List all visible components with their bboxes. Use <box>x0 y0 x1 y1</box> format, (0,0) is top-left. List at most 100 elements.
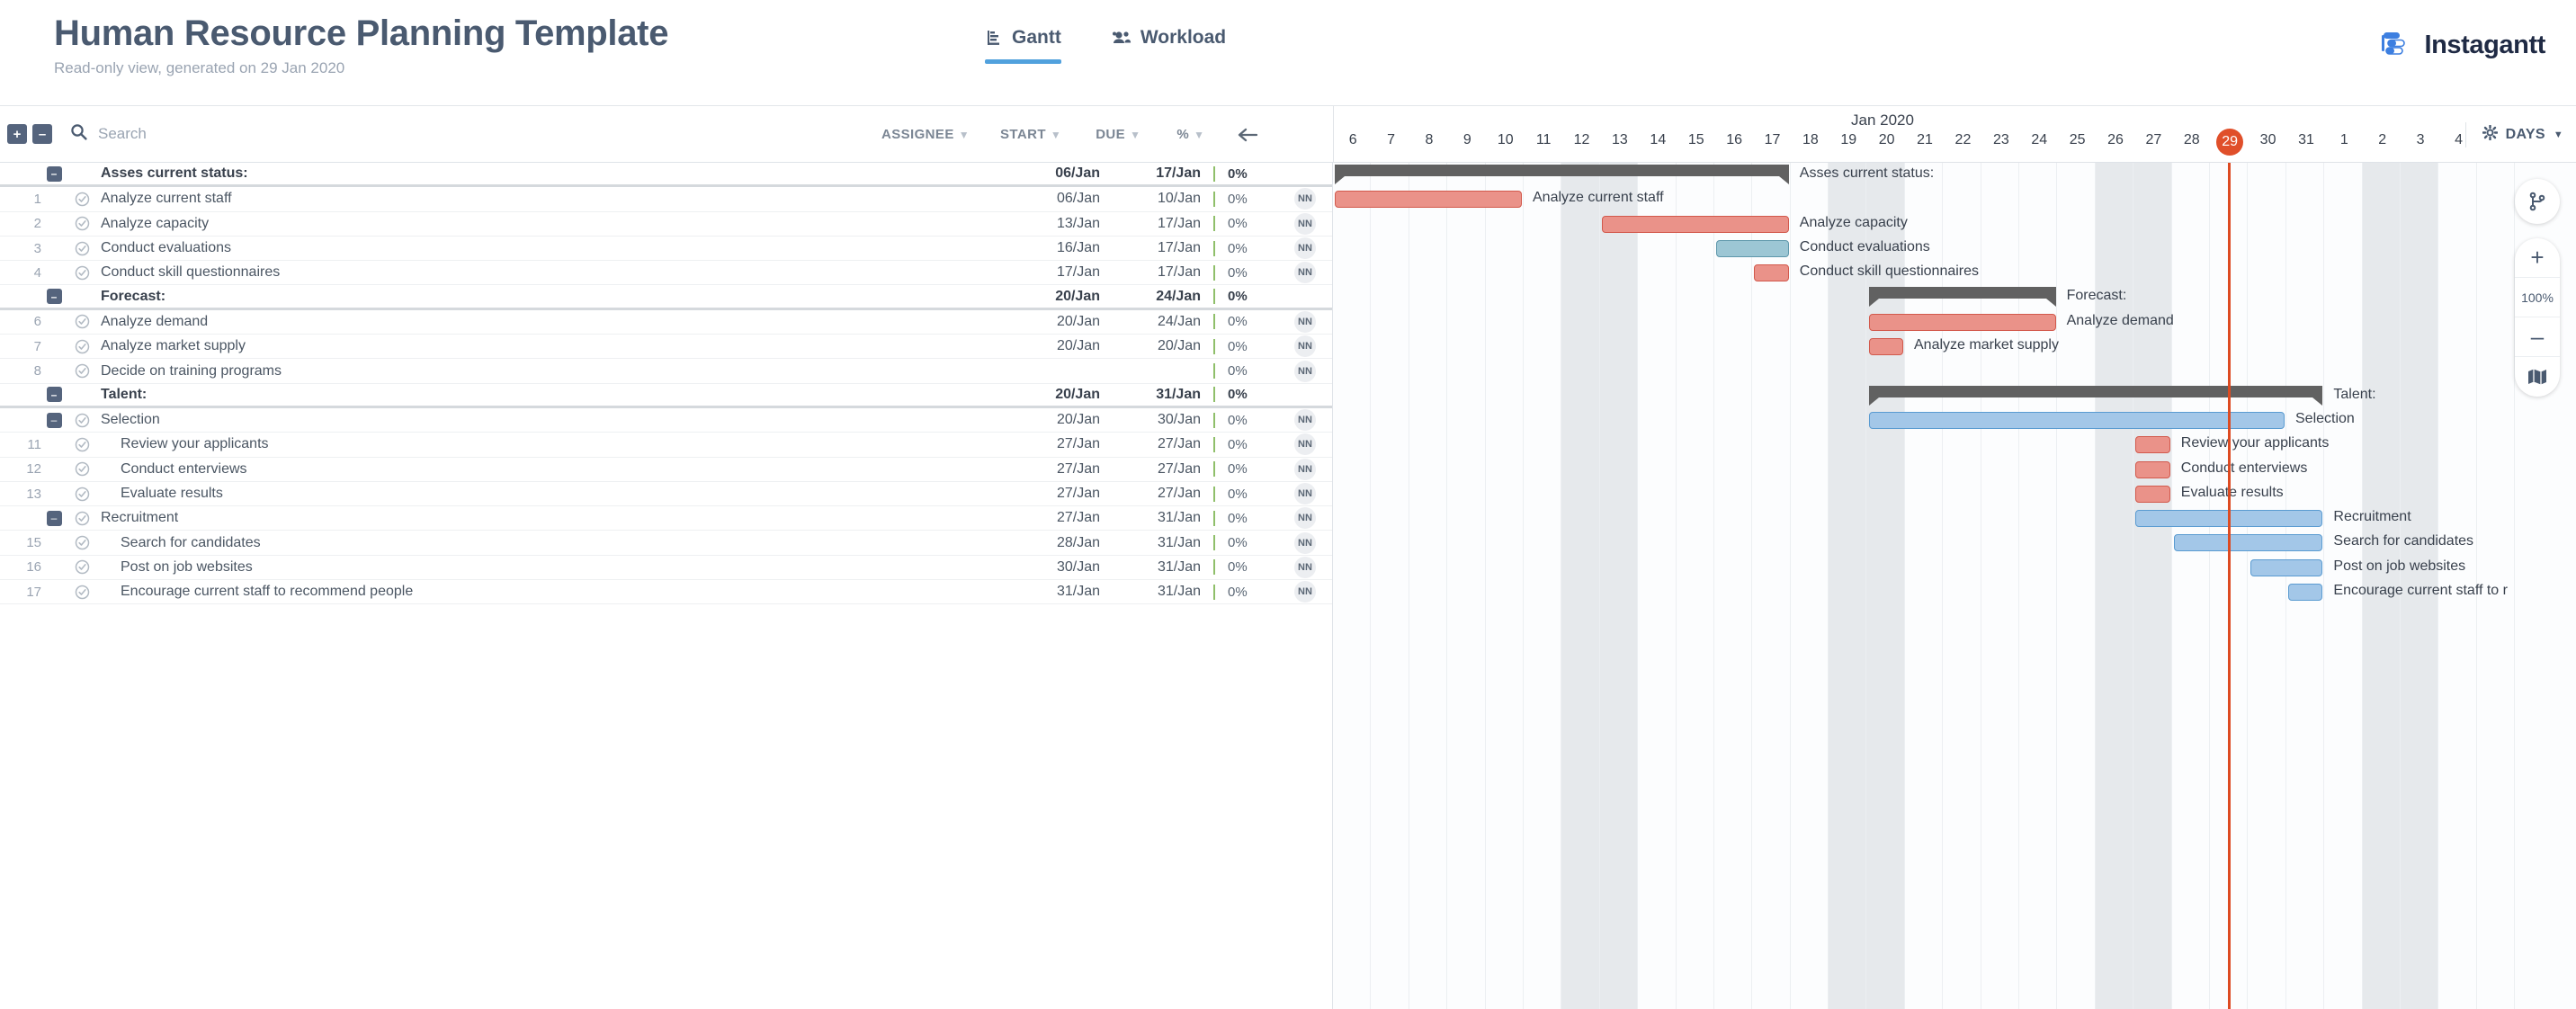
gantt-bar[interactable] <box>1716 239 1789 257</box>
table-row[interactable]: 13 Evaluate results 27/Jan 27/Jan 0% NN <box>0 482 1332 507</box>
gantt-bar[interactable] <box>1868 411 2285 429</box>
due-date[interactable]: 17/Jan <box>1113 216 1213 232</box>
progress-percent[interactable]: 0% <box>1213 314 1278 330</box>
progress-percent[interactable]: 0% <box>1213 338 1278 354</box>
task-name[interactable]: Forecast: <box>97 289 1012 305</box>
due-date[interactable]: 17/Jan <box>1113 165 1213 182</box>
start-date[interactable]: 06/Jan <box>1012 191 1113 207</box>
table-row[interactable]: 16 Post on job websites 30/Jan 31/Jan 0% NN <box>0 556 1332 581</box>
start-date[interactable]: 31/Jan <box>1012 584 1113 600</box>
table-row[interactable]: 1 Analyze current staff 06/Jan 10/Jan 0% NN <box>0 187 1332 212</box>
check-circle-icon[interactable] <box>75 192 90 207</box>
due-date[interactable]: 24/Jan <box>1113 289 1213 305</box>
collapse-all-button[interactable]: – <box>32 124 52 144</box>
assignee-cell[interactable]: NN <box>1278 310 1332 333</box>
avatar[interactable]: NN <box>1294 556 1316 578</box>
progress-percent[interactable]: 0% <box>1213 461 1278 478</box>
task-name[interactable]: Post on job websites <box>97 559 1012 576</box>
filter-icon[interactable]: ▼ <box>959 129 970 141</box>
assignee-cell[interactable]: NN <box>1278 433 1332 456</box>
gantt-bar[interactable] <box>2173 534 2323 552</box>
progress-percent[interactable]: 0% <box>1213 191 1278 207</box>
assignee-cell[interactable]: NN <box>1278 531 1332 554</box>
start-date[interactable]: 20/Jan <box>1012 289 1113 305</box>
group-row[interactable]: – Talent: 20/Jan 31/Jan 0% <box>0 384 1332 408</box>
due-date[interactable]: 30/Jan <box>1113 412 1213 428</box>
tab-workload[interactable]: Workload <box>1112 27 1226 64</box>
table-row[interactable]: 7 Analyze market supply 20/Jan 20/Jan 0% NN <box>0 335 1332 360</box>
assignee-cell[interactable]: NN <box>1278 335 1332 358</box>
start-date[interactable]: 20/Jan <box>1012 338 1113 354</box>
gantt-bar[interactable] <box>1868 313 2056 331</box>
start-date[interactable]: 06/Jan <box>1012 165 1113 182</box>
check-circle-icon[interactable] <box>75 265 90 281</box>
gantt-summary-bar[interactable] <box>1868 385 2323 406</box>
task-name[interactable]: Selection <box>97 412 1012 428</box>
back-arrow-icon[interactable] <box>1237 127 1258 143</box>
task-name[interactable]: Analyze demand <box>97 314 1012 330</box>
column-header-assignee[interactable]: ASSIGNEE ▼ <box>881 127 970 142</box>
check-circle-icon[interactable] <box>75 363 90 379</box>
progress-percent[interactable]: 0% <box>1213 216 1278 232</box>
task-name[interactable]: Recruitment <box>97 510 1012 526</box>
task-name[interactable]: Search for candidates <box>97 535 1012 551</box>
task-name[interactable]: Encourage current staff to recommend peo… <box>97 584 1012 600</box>
assignee-cell[interactable]: NN <box>1278 409 1332 432</box>
progress-percent[interactable]: 0% <box>1213 165 1278 182</box>
task-name[interactable]: Analyze capacity <box>97 216 1012 232</box>
table-row[interactable]: 12 Conduct enterviews 27/Jan 27/Jan 0% NN <box>0 458 1332 482</box>
progress-percent[interactable]: 0% <box>1213 559 1278 576</box>
avatar[interactable]: NN <box>1294 433 1316 456</box>
column-header-due[interactable]: DUE ▼ <box>1096 127 1140 142</box>
assignee-cell[interactable]: NN <box>1278 507 1332 530</box>
progress-percent[interactable]: 0% <box>1213 510 1278 526</box>
zoom-out-button[interactable]: – <box>2515 317 2560 357</box>
task-name[interactable]: Evaluate results <box>97 486 1012 502</box>
assignee-cell[interactable]: NN <box>1278 212 1332 235</box>
collapse-toggle-icon[interactable]: – <box>46 387 62 403</box>
avatar[interactable]: NN <box>1294 409 1316 432</box>
start-date[interactable]: 27/Jan <box>1012 486 1113 502</box>
avatar[interactable]: NN <box>1294 360 1316 382</box>
start-date[interactable]: 17/Jan <box>1012 264 1113 281</box>
assignee-cell[interactable]: NN <box>1278 483 1332 504</box>
column-header-percent[interactable]: % ▼ <box>1176 127 1204 142</box>
assignee-cell[interactable]: NN <box>1278 458 1332 480</box>
avatar[interactable]: NN <box>1294 483 1316 504</box>
assignee-cell[interactable]: NN <box>1278 360 1332 382</box>
task-name[interactable]: Talent: <box>97 387 1012 403</box>
progress-percent[interactable]: 0% <box>1213 486 1278 502</box>
check-circle-icon[interactable] <box>75 241 90 256</box>
progress-percent[interactable]: 0% <box>1213 412 1278 428</box>
due-date[interactable]: 31/Jan <box>1113 535 1213 551</box>
assignee-cell[interactable]: NN <box>1278 262 1332 284</box>
due-date[interactable]: 27/Jan <box>1113 486 1213 502</box>
assignee-cell[interactable]: NN <box>1278 556 1332 578</box>
start-date[interactable]: 13/Jan <box>1012 216 1113 232</box>
progress-percent[interactable]: 0% <box>1213 436 1278 452</box>
task-name[interactable]: Conduct enterviews <box>97 461 1012 478</box>
expand-all-button[interactable]: + <box>7 124 27 144</box>
group-row[interactable]: – Forecast: 20/Jan 24/Jan 0% <box>0 285 1332 310</box>
task-name[interactable]: Asses current status: <box>97 165 1012 182</box>
progress-percent[interactable]: 0% <box>1213 240 1278 256</box>
task-name[interactable]: Analyze current staff <box>97 191 1012 207</box>
gantt-bar[interactable] <box>1754 264 1789 282</box>
due-date[interactable]: 31/Jan <box>1113 559 1213 576</box>
table-row[interactable]: – Selection 20/Jan 30/Jan 0% NN <box>0 408 1332 433</box>
check-circle-icon[interactable] <box>75 216 90 231</box>
check-circle-icon[interactable] <box>75 487 90 502</box>
collapse-toggle-icon[interactable]: – <box>46 289 62 305</box>
start-date[interactable]: 20/Jan <box>1012 412 1113 428</box>
progress-percent[interactable]: 0% <box>1213 363 1278 379</box>
filter-icon[interactable]: ▼ <box>1194 129 1204 141</box>
zoom-in-button[interactable]: + <box>2515 238 2560 278</box>
avatar[interactable]: NN <box>1294 237 1316 260</box>
table-row[interactable]: 2 Analyze capacity 13/Jan 17/Jan 0% NN <box>0 212 1332 237</box>
filter-icon[interactable]: ▼ <box>1051 129 1061 141</box>
avatar[interactable]: NN <box>1294 581 1316 603</box>
start-date[interactable]: 27/Jan <box>1012 436 1113 452</box>
search-input[interactable] <box>98 125 476 143</box>
due-date[interactable]: 27/Jan <box>1113 436 1213 452</box>
progress-percent[interactable]: 0% <box>1213 584 1278 600</box>
